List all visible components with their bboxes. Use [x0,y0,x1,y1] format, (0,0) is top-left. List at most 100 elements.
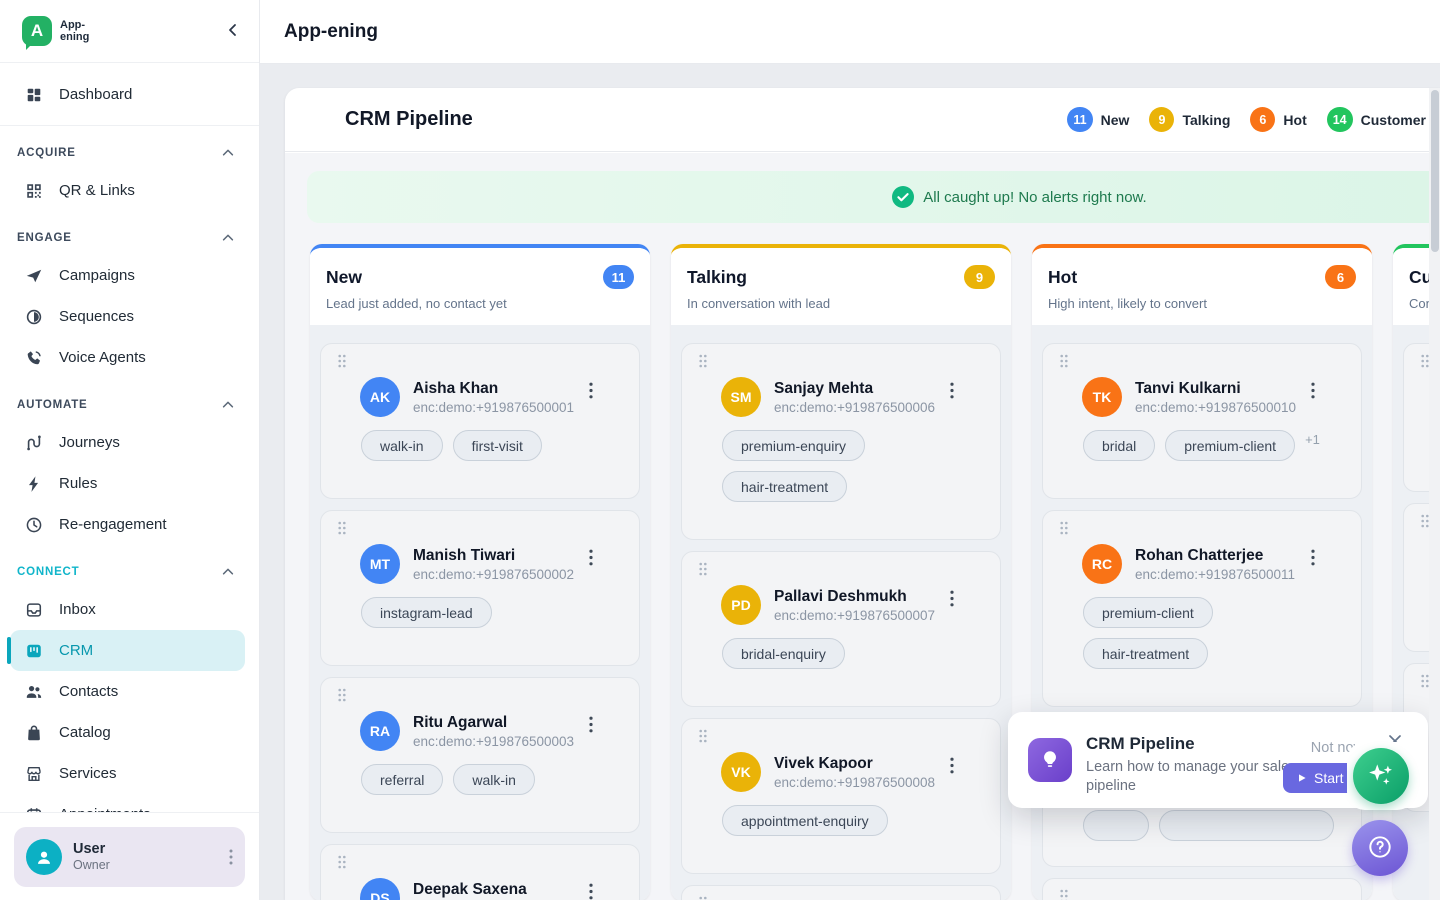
drag-handle-icon[interactable] [1059,354,1069,368]
drag-handle-icon[interactable] [698,896,708,900]
sidebar-item-sequences[interactable]: Sequences [0,296,259,337]
avatar: VK [721,752,761,792]
brand-name: App- ening [60,19,89,43]
stage-count: 9 [1149,107,1174,132]
column-header: Hot6High intent, likely to convert [1032,248,1372,325]
pipeline-column-talking: Talking9In conversation with leadSMSanja… [671,244,1011,900]
sidebar-item-label: Voice Agents [59,349,146,366]
kebab-menu-icon[interactable] [587,714,595,735]
kebab-menu-icon[interactable] [587,547,595,568]
drag-handle-icon[interactable] [337,354,347,368]
lead-card[interactable]: RCRohan Chatterjeeenc:demo:+919876500011… [1042,510,1362,707]
sidebar-item-label: Sequences [59,308,134,325]
sidebar-item-dashboard[interactable]: Dashboard [0,74,259,115]
kebab-menu-icon[interactable] [1309,547,1317,568]
drag-handle-icon[interactable] [337,855,347,869]
drag-handle-icon[interactable] [698,562,708,576]
drag-handle-icon[interactable] [337,521,347,535]
lead-name: Tanvi Kulkarni [1135,380,1296,398]
avatar: AK [360,377,400,417]
lead-card[interactable]: SMSanjay Mehtaenc:demo:+919876500006prem… [681,343,1001,540]
lead-card[interactable]: RARitu Agarwalenc:demo:+919876500003refe… [320,677,640,833]
lead-card-main: RARitu Agarwalenc:demo:+919876500003 [335,711,625,751]
contacts-icon [24,682,44,702]
popup-title: CRM Pipeline [1086,734,1195,754]
section-label: ENGAGE [17,232,72,244]
lead-card-main: VKVivek Kapoorenc:demo:+919876500008 [696,752,986,792]
column-count: 11 [603,265,634,289]
alert-banner: All caught up! No alerts right now. [307,171,1440,223]
sidebar-item-contacts[interactable]: Contacts [0,671,259,712]
user-menu-kebab-icon[interactable] [225,845,237,869]
sidebar-nav: Dashboard ACQUIREQR & Links ENGAGE Campaign… [0,64,259,812]
drag-handle-icon[interactable] [698,354,708,368]
brand-line1: App- [60,19,89,31]
tag-overflow-count: +1 [1305,432,1320,447]
lead-card[interactable]: NSNandini Shetty [681,885,1001,900]
drag-handle-icon[interactable] [1059,889,1069,900]
sidebar-section-automate[interactable]: AUTOMATE [0,388,259,422]
storefront-icon [24,764,44,784]
kebab-menu-icon[interactable] [948,588,956,609]
sidebar-item-label: Dashboard [59,86,132,103]
drag-handle-icon[interactable] [337,688,347,702]
sidebar-item-journeys[interactable]: Journeys [0,422,259,463]
scrollbar-thumb[interactable] [1431,90,1439,252]
lightning-icon [24,474,44,494]
sidebar-section-acquire[interactable]: ACQUIRE [0,136,259,170]
sidebar-item-inbox[interactable]: Inbox [0,589,259,630]
vertical-scrollbar[interactable] [1429,88,1440,900]
drag-handle-icon[interactable] [1059,521,1069,535]
sidebar-section-connect[interactable]: CONNECT [0,555,259,589]
sidebar-item-appointments[interactable]: Appointments [0,794,259,812]
sidebar-item-catalog[interactable]: Catalog [0,712,259,753]
tag-pill [1083,810,1149,841]
sidebar-item-rules[interactable]: Rules [0,463,259,504]
sidebar-item-qr-links[interactable]: QR & Links [0,170,259,211]
lead-card[interactable]: MTManish Tiwarienc:demo:+919876500002ins… [320,510,640,666]
sidebar-item-voice-agents[interactable]: Voice Agents [0,337,259,378]
lead-card[interactable]: AKAmit Kumar [1042,878,1362,900]
sidebar-item-campaigns[interactable]: Campaigns [0,255,259,296]
lead-phone: enc:demo:+919876500011 [1135,567,1295,582]
kebab-menu-icon[interactable] [587,380,595,401]
alert-text: All caught up! No alerts right now. [923,189,1146,206]
sidebar-item-label: Journeys [59,434,120,451]
lead-name: Manish Tiwari [413,547,574,565]
lead-card[interactable]: PDPallavi Deshmukhenc:demo:+919876500007… [681,551,1001,707]
user-card[interactable]: User Owner [14,827,245,887]
tag-list: walk-infirst-visit [361,430,625,461]
lead-card[interactable]: AK Aisha Khanenc:demo:+919876500001 walk-i… [320,343,640,499]
help-fab[interactable] [1352,820,1408,876]
lead-card-main: MTManish Tiwarienc:demo:+919876500002 [335,544,625,584]
lead-card-main: TKTanvi Kulkarnienc:demo:+919876500010 [1057,377,1347,417]
stage-badge-talking: 9 Talking [1149,107,1230,132]
sidebar-footer: User Owner [0,812,259,900]
sidebar-section-engage[interactable]: ENGAGE [0,221,259,255]
avatar: PD [721,585,761,625]
kebab-menu-icon[interactable] [948,755,956,776]
sidebar-item-services[interactable]: Services [0,753,259,794]
sidebar-item-re-engagement[interactable]: Re-engagement [0,504,259,545]
lead-card-main: RCRohan Chatterjeeenc:demo:+919876500011 [1057,544,1347,584]
sidebar-collapse-button[interactable] [225,22,241,41]
lead-name: Pallavi Deshmukh [774,588,935,606]
sidebar-item-crm[interactable]: CRM [10,630,245,671]
drag-handle-icon[interactable] [698,729,708,743]
kebab-menu-icon[interactable] [1309,380,1317,401]
sidebar-item-label: Inbox [59,601,96,618]
kanban-icon [24,641,44,661]
app-logo-icon: A [22,16,52,46]
column-body: SMSanjay Mehtaenc:demo:+919876500006prem… [671,325,1011,900]
kebab-menu-icon[interactable] [587,881,595,900]
tag-pill: walk-in [453,764,535,795]
lead-card[interactable]: TKTanvi Kulkarnienc:demo:+919876500010br… [1042,343,1362,499]
ai-assistant-fab[interactable] [1353,748,1409,804]
sidebar-item-label: Rules [59,475,97,492]
qr-icon [24,181,44,201]
lead-identity: Aisha Khanenc:demo:+919876500001 [413,380,574,415]
lead-card[interactable]: DSDeepak Saxenaenc:demo:+919876500004 [320,844,640,900]
kebab-menu-icon[interactable] [948,380,956,401]
lead-card[interactable]: VKVivek Kapoorenc:demo:+919876500008appo… [681,718,1001,874]
stage-label: Talking [1182,112,1230,128]
